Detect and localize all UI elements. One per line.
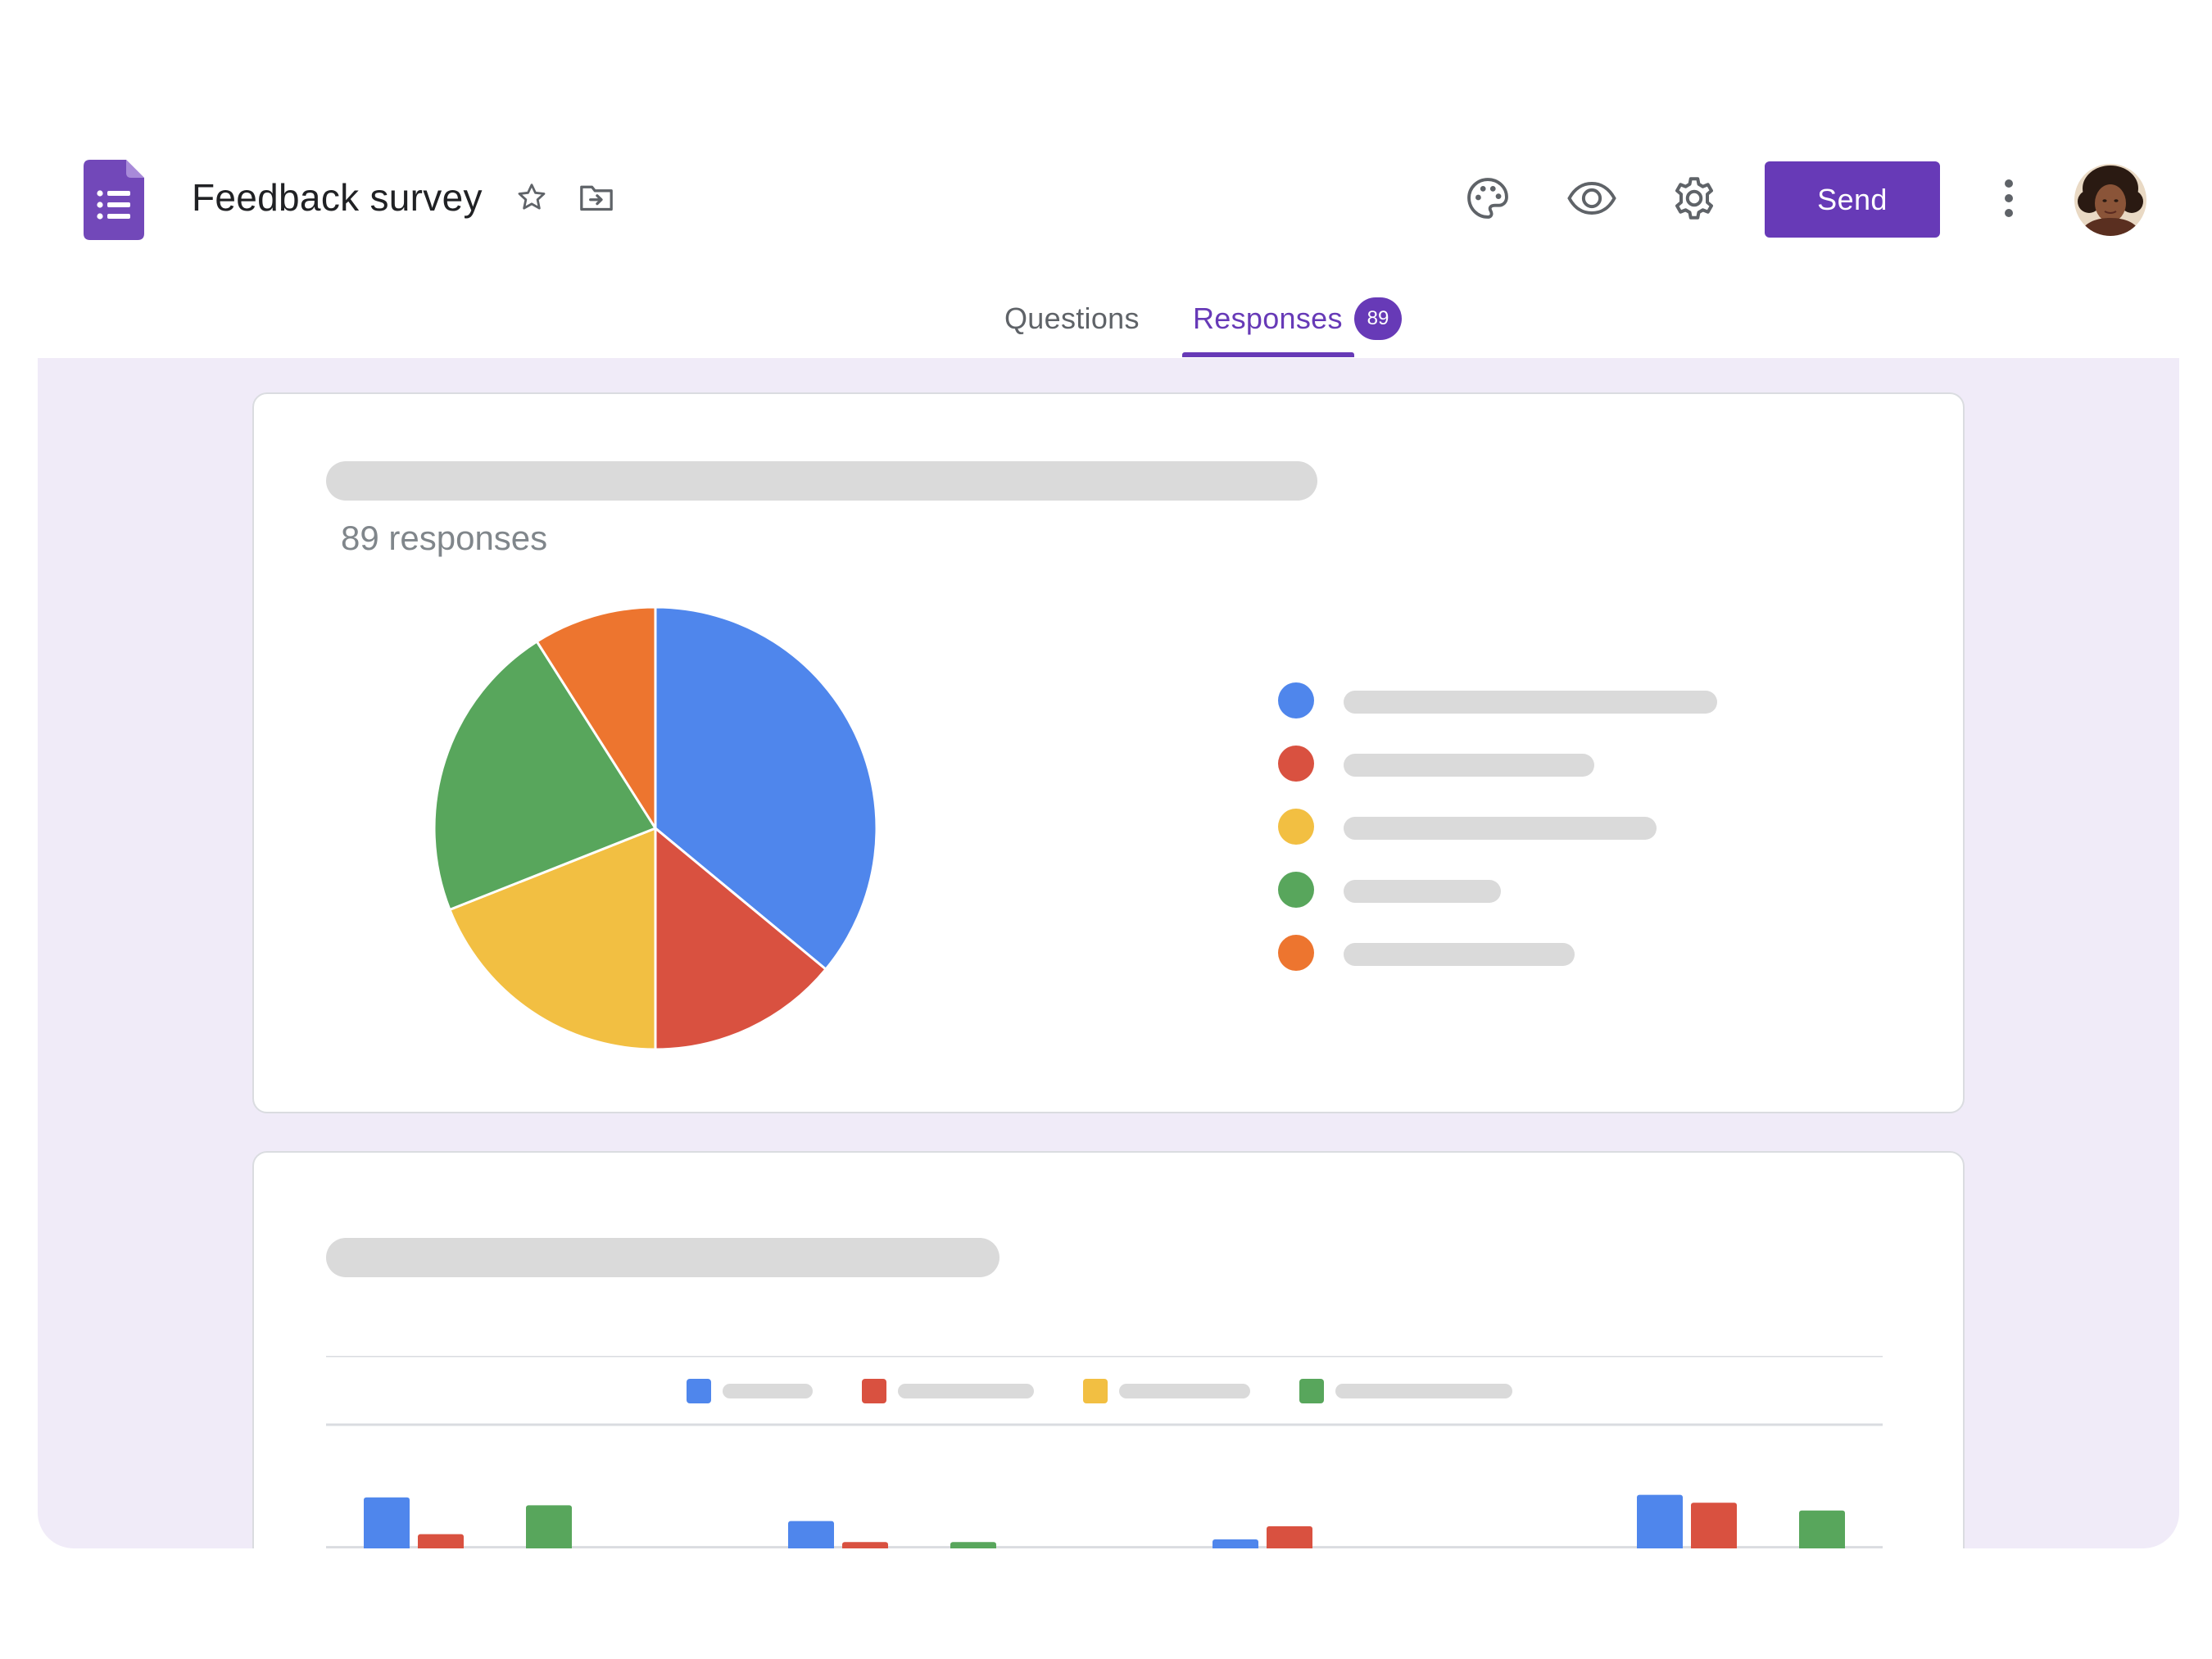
tab-questions[interactable]: Questions: [1004, 298, 1140, 339]
pie-chart[interactable]: [426, 599, 885, 1058]
question-summary-card-2: [252, 1151, 1965, 1548]
more-vert-icon[interactable]: [1994, 174, 2024, 223]
legend-item-2[interactable]: [1278, 744, 1594, 783]
bar-group2-series4[interactable]: [950, 1542, 996, 1548]
legend-item-5[interactable]: [1278, 933, 1575, 972]
legend-color-dot: [1278, 809, 1314, 845]
bar-group1-series2[interactable]: [418, 1534, 464, 1548]
bar-group3-series1[interactable]: [1213, 1539, 1258, 1548]
responses-content[interactable]: 89 responses: [38, 358, 2179, 1548]
star-icon[interactable]: [513, 179, 551, 216]
legend-item-4[interactable]: [1278, 870, 1501, 909]
form-title[interactable]: Feedback survey: [192, 173, 483, 222]
response-count: 89 responses: [341, 519, 548, 557]
legend-label-placeholder: [1344, 691, 1717, 714]
bar-group1-series1[interactable]: [364, 1497, 410, 1548]
bar-group2-series1[interactable]: [788, 1521, 834, 1548]
legend-label-placeholder: [1344, 943, 1575, 966]
bar-legend-label-placeholder: [1119, 1384, 1250, 1398]
legend-label-placeholder: [1344, 817, 1657, 840]
legend-label-placeholder: [1344, 754, 1594, 777]
bar-legend-swatch-4[interactable]: [1299, 1379, 1324, 1403]
tab-responses[interactable]: Responses: [1193, 298, 1343, 339]
bar-legend-swatch-3[interactable]: [1083, 1379, 1108, 1403]
bar-group4-series2[interactable]: [1691, 1503, 1737, 1548]
eye-icon[interactable]: [1565, 174, 1619, 223]
bar-group2-series2[interactable]: [842, 1542, 888, 1548]
bar-group1-series4[interactable]: [526, 1505, 572, 1548]
question-summary-card: 89 responses: [252, 392, 1965, 1113]
send-button[interactable]: Send: [1765, 161, 1940, 238]
legend-color-dot: [1278, 682, 1314, 718]
forms-logo-icon[interactable]: [84, 160, 144, 240]
gear-icon[interactable]: [1668, 172, 1720, 224]
bar-chart[interactable]: [326, 1356, 1883, 1548]
responses-count-badge: 89: [1354, 297, 1402, 340]
question-title-placeholder-2: [326, 1238, 999, 1277]
legend-item-3[interactable]: [1278, 807, 1657, 846]
bar-legend-label-placeholder: [1335, 1384, 1512, 1398]
bar-group4-series4[interactable]: [1799, 1510, 1845, 1548]
legend-color-dot: [1278, 872, 1314, 908]
legend-color-dot: [1278, 746, 1314, 782]
bar-group4-series1[interactable]: [1637, 1494, 1683, 1548]
bar-group3-series2[interactable]: [1267, 1526, 1312, 1548]
active-tab-indicator: [1182, 352, 1354, 357]
legend-label-placeholder: [1344, 880, 1501, 903]
bar-legend-label-placeholder: [723, 1384, 813, 1398]
bar-legend-swatch-2[interactable]: [862, 1379, 886, 1403]
folder-move-icon[interactable]: [577, 179, 616, 216]
avatar[interactable]: [2074, 164, 2146, 236]
legend-color-dot: [1278, 935, 1314, 971]
bar-legend-swatch-1[interactable]: [687, 1379, 711, 1403]
legend-item-1[interactable]: [1278, 681, 1717, 720]
question-title-placeholder: [326, 461, 1317, 501]
palette-icon[interactable]: [1463, 174, 1512, 223]
bar-legend-label-placeholder: [898, 1384, 1034, 1398]
